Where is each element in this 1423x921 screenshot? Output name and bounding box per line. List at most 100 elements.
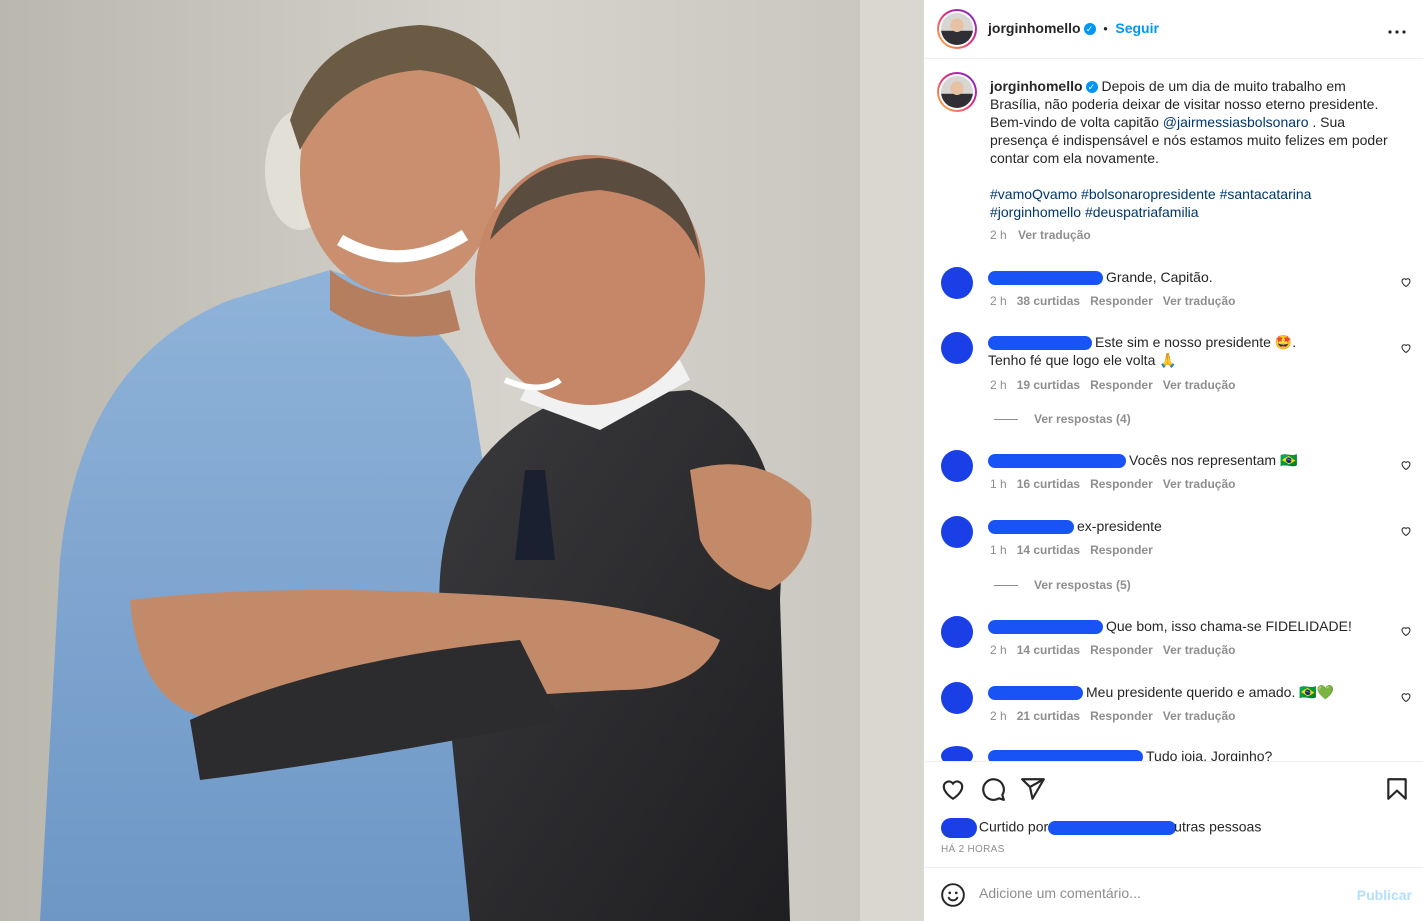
follow-button[interactable]: Seguir	[1115, 20, 1159, 36]
share-icon[interactable]	[1020, 776, 1046, 802]
comment-icon[interactable]	[980, 776, 1006, 802]
comment-text: Tudo joia, Jorginho?	[1146, 748, 1273, 761]
reply-button[interactable]: Responder	[1090, 543, 1153, 557]
redacted-liker[interactable]	[1048, 821, 1177, 835]
like-comment-icon[interactable]	[1400, 525, 1412, 537]
bookmark-icon[interactable]	[1384, 776, 1410, 802]
liked-by-line: Curtido por utras pessoas	[941, 818, 1261, 838]
comment-text: Meu presidente querido e amado. 🇧🇷💚	[1086, 684, 1335, 700]
comment-text-line: Grande, Capitão.	[988, 268, 1388, 286]
hashtag-link[interactable]: #vamoQvamo	[990, 186, 1077, 202]
translate-link[interactable]: Ver tradução	[1163, 643, 1236, 657]
post-image	[0, 0, 923, 921]
comment-meta: 1 h 14 curtidas Responder	[990, 543, 1163, 557]
comments-scroll-area[interactable]: jorginhomello ✓ Depois de um dia de muito…	[924, 59, 1423, 761]
mention-link[interactable]: @jairmessiasbolsonaro	[1163, 114, 1309, 130]
comment-meta: 2 h 21 curtidas Responder Ver tradução	[990, 709, 1245, 723]
redacted-username[interactable]	[988, 750, 1143, 761]
commenter-avatar[interactable]	[941, 746, 973, 761]
reply-button[interactable]: Responder	[1090, 643, 1153, 657]
comment-meta: 1 h 16 curtidas Responder Ver tradução	[990, 477, 1245, 491]
commenter-avatar[interactable]	[941, 332, 973, 364]
redacted-username[interactable]	[988, 271, 1103, 286]
comment-text: Grande, Capitão.	[1106, 269, 1213, 285]
reply-button[interactable]: Responder	[1090, 477, 1153, 491]
comment-time: 1 h	[990, 543, 1007, 557]
separator-dot: •	[1103, 21, 1108, 36]
hashtag-link[interactable]: #santacatarina	[1220, 186, 1312, 202]
like-comment-icon[interactable]	[1400, 342, 1412, 354]
publish-button[interactable]: Publicar	[1357, 887, 1412, 903]
translate-link[interactable]: Ver tradução	[1163, 477, 1236, 491]
comment-text: Vocês nos representam 🇧🇷	[1129, 452, 1298, 468]
comment-likes[interactable]: 16 curtidas	[1017, 477, 1080, 491]
comment-text-line: Este sim e nosso presidente 🤩. Tenho fé …	[988, 333, 1318, 369]
reply-button[interactable]: Responder	[1090, 709, 1153, 723]
comment-text: Que bom, isso chama-se FIDELIDADE!	[1106, 618, 1352, 634]
post-photo[interactable]	[0, 0, 923, 921]
view-replies-button[interactable]: Ver respostas (5)	[994, 578, 1131, 592]
translate-link[interactable]: Ver tradução	[1163, 709, 1236, 723]
comment-time: 1 h	[990, 477, 1007, 491]
redacted-username[interactable]	[988, 686, 1083, 701]
comment-likes[interactable]: 14 curtidas	[1017, 643, 1080, 657]
reply-button[interactable]: Responder	[1090, 378, 1153, 392]
caption-username[interactable]: jorginhomello	[990, 78, 1083, 94]
reply-button[interactable]: Responder	[1090, 294, 1153, 308]
comment-meta: 2 h 19 curtidas Responder Ver tradução	[990, 378, 1245, 392]
hashtag-link[interactable]: #jorginhomello	[990, 204, 1081, 220]
comment-text-line: Vocês nos representam 🇧🇷	[988, 451, 1388, 469]
post-actions: Curtido por utras pessoas HÁ 2 HORAS	[924, 761, 1423, 867]
caption-translate-link[interactable]: Ver tradução	[1018, 228, 1091, 242]
comment-text: ex-presidente	[1077, 518, 1162, 534]
comment-meta: 2 h 38 curtidas Responder Ver tradução	[990, 294, 1245, 308]
comment-time: 2 h	[990, 378, 1007, 392]
verified-icon: ✓	[1083, 23, 1096, 35]
commenter-avatar[interactable]	[941, 450, 973, 482]
liked-by-others[interactable]: utras pessoas	[1174, 819, 1261, 835]
translate-link[interactable]: Ver tradução	[1163, 294, 1236, 308]
hashtag-link[interactable]: #deuspatriafamilia	[1085, 204, 1199, 220]
view-replies-button[interactable]: Ver respostas (4)	[994, 412, 1131, 426]
caption-meta: 2 h Ver tradução	[990, 228, 1091, 242]
comment-time: 2 h	[990, 709, 1007, 723]
commenter-avatar[interactable]	[941, 267, 973, 299]
like-comment-icon[interactable]	[1400, 276, 1412, 288]
like-comment-icon[interactable]	[1400, 459, 1412, 471]
comment-likes[interactable]: 21 curtidas	[1017, 709, 1080, 723]
author-avatar[interactable]	[937, 9, 977, 49]
caption: jorginhomello ✓ Depois de um dia de muito…	[990, 77, 1395, 221]
emoji-icon[interactable]	[940, 882, 966, 908]
translate-link[interactable]: Ver tradução	[1163, 378, 1236, 392]
comment-text-line: Que bom, isso chama-se FIDELIDADE!	[988, 617, 1388, 635]
hashtag-link[interactable]: #bolsonaropresidente	[1081, 186, 1216, 202]
comment-likes[interactable]: 38 curtidas	[1017, 294, 1080, 308]
comment-likes[interactable]: 14 curtidas	[1017, 543, 1080, 557]
redacted-username[interactable]	[988, 520, 1074, 535]
comment-text-line: Tudo joia, Jorginho?	[988, 747, 1388, 761]
redacted-username[interactable]	[988, 620, 1103, 635]
comment-text-line: Meu presidente querido e amado. 🇧🇷💚	[988, 683, 1388, 701]
add-comment-bar: Publicar	[924, 867, 1423, 921]
redacted-username[interactable]	[988, 336, 1092, 351]
comment-time: 2 h	[990, 643, 1007, 657]
liker-avatars[interactable]	[941, 818, 977, 838]
heart-icon[interactable]	[940, 776, 966, 802]
author-username[interactable]: jorginhomello	[988, 20, 1081, 36]
post-header: jorginhomello ✓ • Seguir	[924, 0, 1423, 59]
commenter-avatar[interactable]	[941, 516, 973, 548]
caption-avatar[interactable]	[937, 72, 977, 112]
commenter-avatar[interactable]	[941, 682, 973, 714]
redacted-username[interactable]	[988, 454, 1126, 469]
like-comment-icon[interactable]	[1400, 625, 1412, 637]
post-details-panel: jorginhomello ✓ • Seguir jorginhomello ✓ D…	[923, 0, 1423, 921]
comment-text-line: ex-presidente	[988, 517, 1388, 535]
comment-likes[interactable]: 19 curtidas	[1017, 378, 1080, 392]
more-options-icon[interactable]	[1388, 18, 1406, 39]
comment-time: 2 h	[990, 294, 1007, 308]
like-comment-icon[interactable]	[1400, 691, 1412, 703]
comment-meta: 2 h 14 curtidas Responder Ver tradução	[990, 643, 1245, 657]
post-timestamp: HÁ 2 HORAS	[941, 844, 1005, 855]
commenter-avatar[interactable]	[941, 616, 973, 648]
comment-input[interactable]	[979, 885, 1319, 901]
